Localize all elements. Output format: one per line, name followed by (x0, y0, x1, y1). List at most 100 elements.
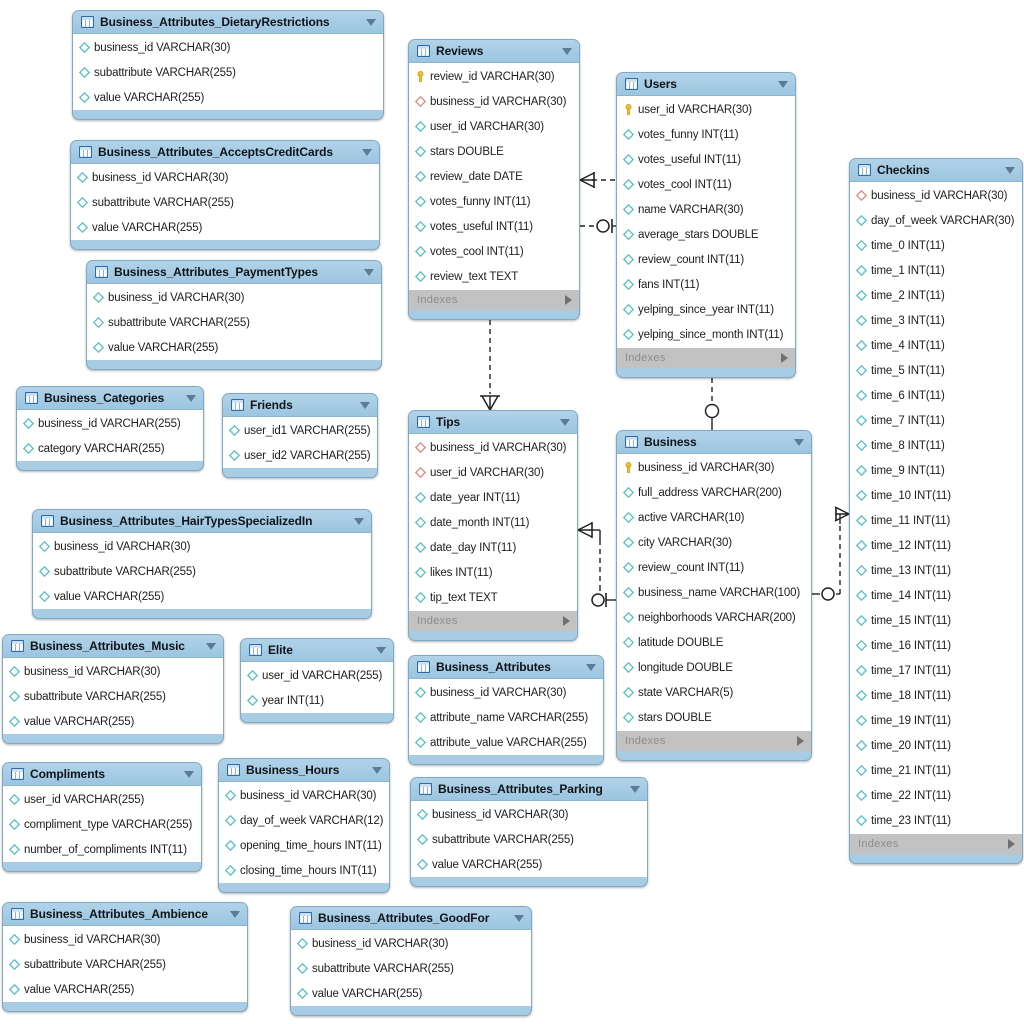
column-row[interactable]: time_19 INT(11) (850, 708, 1022, 733)
column-row[interactable]: time_14 INT(11) (850, 583, 1022, 608)
table-compliments[interactable]: Compliments user_id VARCHAR(255) complimen… (2, 762, 202, 872)
column-row[interactable]: time_4 INT(11) (850, 333, 1022, 358)
table-header-business_attributes[interactable]: Business_Attributes (409, 656, 603, 679)
chevron-down-icon[interactable] (562, 47, 572, 55)
table-header-business_hours[interactable]: Business_Hours (219, 759, 389, 782)
column-row[interactable]: subattribute VARCHAR(255) (411, 827, 647, 852)
column-row[interactable]: business_id VARCHAR(30) (33, 534, 371, 559)
chevron-right-icon[interactable] (797, 736, 804, 746)
column-row[interactable]: stars DOUBLE (617, 705, 811, 730)
column-row[interactable]: value VARCHAR(255) (3, 977, 247, 1002)
column-row[interactable]: value VARCHAR(255) (291, 981, 531, 1006)
indexes-section-tips[interactable]: Indexes (409, 610, 577, 631)
column-row[interactable]: time_8 INT(11) (850, 433, 1022, 458)
table-header-elite[interactable]: Elite (241, 639, 393, 662)
column-row[interactable]: business_id VARCHAR(30) (3, 927, 247, 952)
column-row[interactable]: date_day INT(11) (409, 535, 577, 560)
column-row[interactable]: fans INT(11) (617, 272, 795, 297)
table-header-business_attributes_goodfor[interactable]: Business_Attributes_GoodFor (291, 907, 531, 930)
column-row[interactable]: state VARCHAR(5) (617, 680, 811, 705)
column-row[interactable]: name VARCHAR(30) (617, 197, 795, 222)
table-checkins[interactable]: Checkins business_id VARCHAR(30) day_of_we… (849, 158, 1023, 864)
column-row[interactable]: business_name VARCHAR(100) (617, 580, 811, 605)
column-row[interactable]: business_id VARCHAR(30) (87, 285, 381, 310)
table-friends[interactable]: Friends user_id1 VARCHAR(255) user_id2 VAR… (222, 393, 378, 478)
column-row[interactable]: subattribute VARCHAR(255) (87, 310, 381, 335)
column-row[interactable]: subattribute VARCHAR(255) (291, 956, 531, 981)
column-row[interactable]: city VARCHAR(30) (617, 530, 811, 555)
table-header-tips[interactable]: Tips (409, 411, 577, 434)
column-row[interactable]: votes_cool INT(11) (409, 239, 579, 264)
column-row[interactable]: value VARCHAR(255) (73, 85, 383, 110)
column-row[interactable]: yelping_since_month INT(11) (617, 322, 795, 347)
column-row[interactable]: time_9 INT(11) (850, 458, 1022, 483)
table-header-business_attributes_paymenttypes[interactable]: Business_Attributes_PaymentTypes (87, 261, 381, 284)
column-row[interactable]: time_20 INT(11) (850, 733, 1022, 758)
column-row[interactable]: subattribute VARCHAR(255) (3, 952, 247, 977)
chevron-down-icon[interactable] (186, 394, 196, 402)
column-row[interactable]: business_id VARCHAR(30) (219, 783, 389, 808)
indexes-section-business[interactable]: Indexes (617, 730, 811, 751)
indexes-section-checkins[interactable]: Indexes (850, 833, 1022, 854)
column-row[interactable]: user_id VARCHAR(30) (617, 97, 795, 122)
column-row[interactable]: category VARCHAR(255) (17, 436, 203, 461)
table-business_attributes_acceptscreditcards[interactable]: Business_Attributes_AcceptsCreditCards bu… (70, 140, 380, 250)
column-row[interactable]: subattribute VARCHAR(255) (33, 559, 371, 584)
chevron-down-icon[interactable] (630, 785, 640, 793)
column-row[interactable]: value VARCHAR(255) (87, 335, 381, 360)
table-business_categories[interactable]: Business_Categories business_id VARCHAR(2… (16, 386, 204, 471)
column-row[interactable]: time_1 INT(11) (850, 258, 1022, 283)
table-business[interactable]: Business business_id VARCHAR(30) full_addr… (616, 430, 812, 761)
column-row[interactable]: business_id VARCHAR(30) (73, 35, 383, 60)
table-business_attributes_ambience[interactable]: Business_Attributes_Ambience business_id … (2, 902, 248, 1012)
column-row[interactable]: date_year INT(11) (409, 485, 577, 510)
column-row[interactable]: yelping_since_year INT(11) (617, 297, 795, 322)
column-row[interactable]: business_id VARCHAR(30) (409, 435, 577, 460)
table-reviews[interactable]: Reviews review_id VARCHAR(30) business_id … (408, 39, 580, 320)
chevron-down-icon[interactable] (1005, 166, 1015, 174)
chevron-down-icon[interactable] (560, 418, 570, 426)
column-row[interactable]: compliment_type VARCHAR(255) (3, 812, 201, 837)
column-row[interactable]: time_3 INT(11) (850, 308, 1022, 333)
column-row[interactable]: votes_funny INT(11) (409, 189, 579, 214)
column-row[interactable]: review_count INT(11) (617, 247, 795, 272)
column-row[interactable]: time_13 INT(11) (850, 558, 1022, 583)
table-header-compliments[interactable]: Compliments (3, 763, 201, 786)
table-business_attributes_dietaryrestrictions[interactable]: Business_Attributes_DietaryRestrictions b… (72, 10, 384, 120)
column-row[interactable]: business_id VARCHAR(255) (17, 411, 203, 436)
table-business_attributes[interactable]: Business_Attributes business_id VARCHAR(3… (408, 655, 604, 765)
table-header-reviews[interactable]: Reviews (409, 40, 579, 63)
column-row[interactable]: value VARCHAR(255) (71, 215, 379, 240)
chevron-down-icon[interactable] (376, 646, 386, 654)
column-row[interactable]: business_id VARCHAR(30) (850, 183, 1022, 208)
table-header-business_attributes_ambience[interactable]: Business_Attributes_Ambience (3, 903, 247, 926)
column-row[interactable]: full_address VARCHAR(200) (617, 480, 811, 505)
column-row[interactable]: user_id VARCHAR(30) (409, 460, 577, 485)
column-row[interactable]: tip_text TEXT (409, 585, 577, 610)
table-header-business_categories[interactable]: Business_Categories (17, 387, 203, 410)
column-row[interactable]: number_of_compliments INT(11) (3, 837, 201, 862)
column-row[interactable]: subattribute VARCHAR(255) (71, 190, 379, 215)
column-row[interactable]: time_2 INT(11) (850, 283, 1022, 308)
column-row[interactable]: average_stars DOUBLE (617, 222, 795, 247)
chevron-down-icon[interactable] (366, 18, 376, 26)
table-tips[interactable]: Tips business_id VARCHAR(30) user_id VARCH… (408, 410, 578, 641)
chevron-right-icon[interactable] (565, 295, 572, 305)
column-row[interactable]: review_text TEXT (409, 264, 579, 289)
column-row[interactable]: business_id VARCHAR(30) (3, 659, 223, 684)
column-row[interactable]: opening_time_hours INT(11) (219, 833, 389, 858)
column-row[interactable]: time_17 INT(11) (850, 658, 1022, 683)
chevron-down-icon[interactable] (372, 766, 382, 774)
chevron-down-icon[interactable] (778, 80, 788, 88)
chevron-down-icon[interactable] (794, 438, 804, 446)
column-row[interactable]: user_id VARCHAR(255) (241, 663, 393, 688)
column-row[interactable]: time_5 INT(11) (850, 358, 1022, 383)
column-row[interactable]: closing_time_hours INT(11) (219, 858, 389, 883)
table-business_attributes_music[interactable]: Business_Attributes_Music business_id VAR… (2, 634, 224, 744)
column-row[interactable]: time_11 INT(11) (850, 508, 1022, 533)
column-row[interactable]: user_id VARCHAR(255) (3, 787, 201, 812)
column-row[interactable]: time_12 INT(11) (850, 533, 1022, 558)
chevron-down-icon[interactable] (514, 914, 524, 922)
table-header-friends[interactable]: Friends (223, 394, 377, 417)
table-header-business_attributes_parking[interactable]: Business_Attributes_Parking (411, 778, 647, 801)
